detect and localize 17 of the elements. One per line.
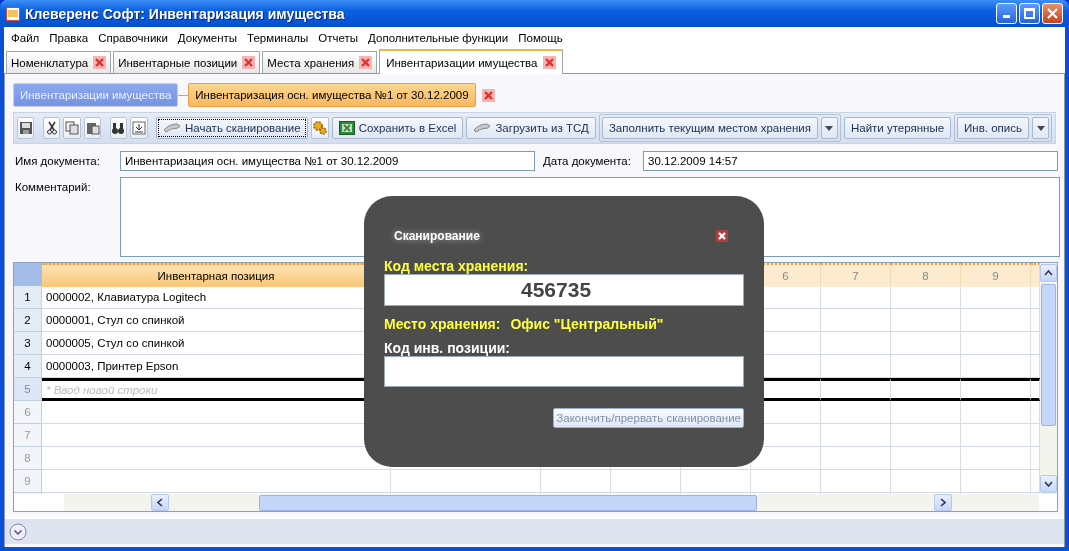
field-label: Имя документа: (15, 154, 101, 167)
location-label: Место хранения: (384, 316, 501, 332)
row-number: 5 (14, 378, 42, 401)
row-number: 1 (14, 286, 42, 309)
row-number: 9 (14, 470, 42, 493)
field-label: Дата документа: (542, 154, 632, 167)
row-number: 2 (14, 309, 42, 332)
row-number: 3 (14, 332, 42, 355)
field-label: Комментарий: (15, 180, 92, 193)
window-title: Клеверенс Софт: Инвентаризация имущества (25, 5, 345, 22)
location-value: Офис "Центральный" (510, 316, 664, 332)
row-number: 4 (14, 355, 42, 378)
row-number: 8 (14, 447, 42, 470)
row-number: 6 (14, 401, 42, 424)
field-label: Код инв. позиции: (384, 340, 511, 356)
row-number: 7 (14, 424, 42, 447)
dialog-title: Сканирование (394, 229, 480, 243)
